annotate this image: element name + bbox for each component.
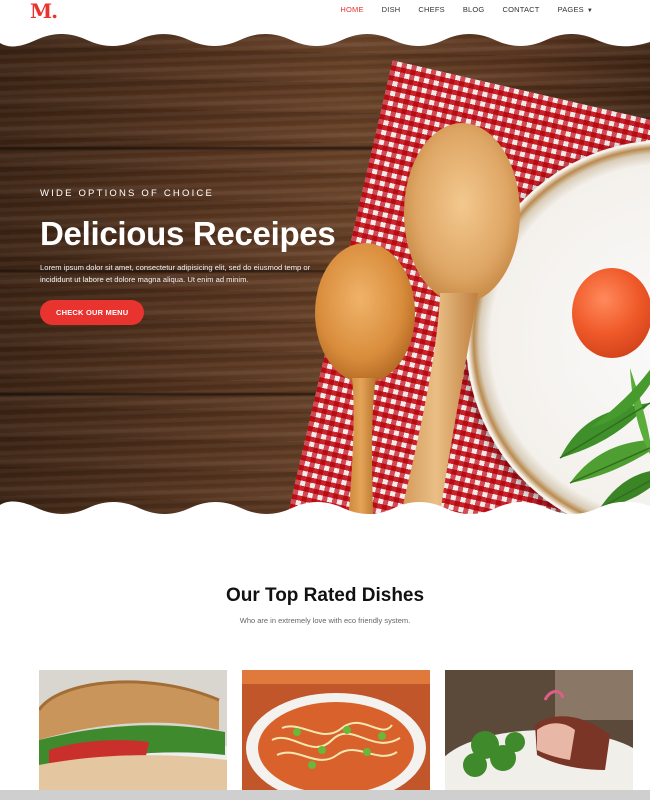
dish-cards (39, 670, 633, 795)
hero-content: WIDE OPTIONS OF CHOICE Delicious Receipe… (40, 188, 360, 325)
wave-divider-top (0, 28, 650, 47)
nav-menu: HOME DISH CHEFS BLOG CONTACT PAGES ▼ (331, 5, 602, 16)
bottom-scroll-bar (0, 790, 650, 800)
dish-card-sandwich[interactable] (39, 670, 227, 795)
nav-item-contact[interactable]: CONTACT (493, 5, 548, 16)
wooden-spoon-large-image (399, 123, 520, 520)
steak-image (445, 670, 633, 795)
dish-card-noodles[interactable] (242, 670, 430, 795)
sandwich-image (39, 670, 227, 795)
nav-item-blog[interactable]: BLOG (454, 5, 494, 16)
section-title: Our Top Rated Dishes (225, 585, 425, 606)
nav-item-chefs[interactable]: CHEFS (409, 5, 453, 16)
chevron-down-icon: ▼ (586, 8, 593, 14)
hero-eyebrow: WIDE OPTIONS OF CHOICE (40, 188, 215, 199)
top-navigation: M. HOME DISH CHEFS BLOG CONTACT PAGES ▼ (0, 0, 650, 30)
hero-title: Delicious Receipes (40, 215, 336, 252)
nav-item-home[interactable]: HOME (331, 5, 372, 16)
dish-card-steak[interactable] (445, 670, 633, 795)
nav-item-pages-label: PAGES (557, 5, 584, 14)
nav-item-dish[interactable]: DISH (373, 5, 410, 16)
salad-greens-image (559, 368, 650, 509)
check-menu-button[interactable]: CHECK OUR MENU (40, 300, 145, 325)
brand-logo[interactable]: M. (30, 1, 60, 21)
section-subtitle: Who are in extremely love with eco frien… (239, 616, 411, 625)
wave-divider-bottom (0, 501, 650, 520)
hero-banner: WIDE OPTIONS OF CHOICE Delicious Receipe… (0, 28, 650, 520)
nav-item-pages[interactable]: PAGES ▼ (549, 5, 602, 16)
hero-description: Lorem ipsum dolor sit amet, consectetur … (40, 263, 311, 284)
noodles-image (242, 670, 430, 795)
